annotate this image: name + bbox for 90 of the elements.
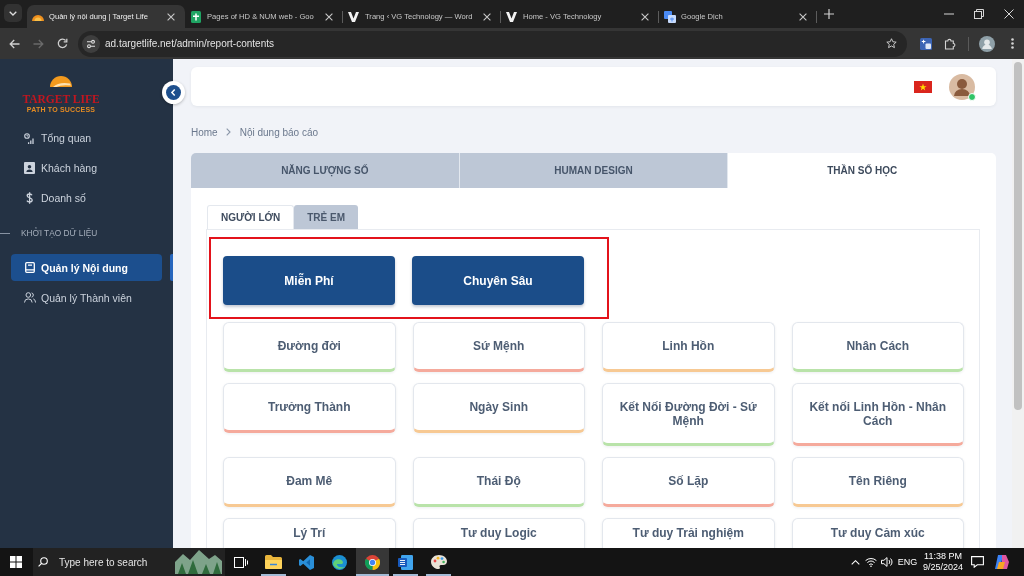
nav-item[interactable]: Khách hàng — [11, 154, 162, 182]
topic-card[interactable]: Tư duy Cảm xúc — [791, 518, 964, 548]
topic-card[interactable]: Kết Nối Đường Đời - Sứ Mệnh — [602, 383, 775, 446]
chevron-down-icon — [9, 10, 17, 16]
task-view-icon[interactable] — [234, 556, 248, 568]
report-tab[interactable]: HUMAN DESIGN — [458, 153, 728, 188]
topic-card[interactable]: Ngày Sinh — [412, 383, 585, 433]
breadcrumb-current: Nội dung báo cáo — [239, 126, 319, 138]
book-icon — [24, 262, 35, 273]
topic-card[interactable]: Linh Hồn — [602, 322, 775, 372]
tab-search-button[interactable] — [4, 4, 22, 22]
spreadsheet-icon — [190, 10, 201, 23]
segmented-circle-icon — [365, 554, 380, 570]
scrollbar[interactable] — [1012, 59, 1024, 548]
chart-icon — [24, 132, 35, 144]
search-icon — [38, 557, 48, 567]
chevron-left-icon — [165, 85, 181, 100]
translate-icon — [663, 10, 676, 23]
plan-button[interactable]: Chuyên Sâu — [412, 256, 584, 305]
new-tab-icon[interactable] — [824, 9, 834, 19]
close-icon[interactable] — [483, 12, 491, 21]
restore-icon[interactable] — [974, 9, 984, 19]
selection-indicator — [170, 254, 173, 281]
topic-card[interactable]: Tư duy Logic — [412, 518, 585, 548]
close-icon[interactable] — [641, 12, 649, 21]
dollar-icon — [26, 192, 33, 204]
clock-time[interactable]: 11:38 PM — [924, 551, 962, 562]
sun-icon — [31, 12, 44, 21]
users-icon — [23, 292, 36, 303]
collapse-button[interactable] — [161, 81, 185, 104]
topic-card[interactable]: Lý Trí — [223, 518, 396, 548]
clock-date[interactable]: 9/25/2024 — [922, 562, 963, 573]
topic-card[interactable]: Kết nối Linh Hồn - Nhân Cách — [791, 383, 964, 446]
topic-card[interactable]: Đường đời — [223, 322, 396, 372]
reload-icon[interactable] — [56, 38, 68, 49]
search-bar[interactable]: Type here to search — [33, 548, 225, 576]
close-icon[interactable] — [1004, 9, 1014, 19]
ribbon-logo-icon[interactable] — [993, 555, 1009, 569]
document-icon — [398, 554, 413, 570]
taskbar-app-button[interactable] — [356, 548, 389, 576]
scrollbar-thumb[interactable] — [1014, 62, 1022, 410]
code-editor-icon — [299, 554, 314, 570]
plan-button[interactable]: Miễn Phí — [223, 256, 395, 305]
v-logo-icon — [348, 11, 359, 22]
address-bar[interactable]: ad.targetlife.net/admin/report-contents — [78, 30, 907, 57]
profile-avatar[interactable] — [978, 35, 995, 52]
nav-item[interactable]: Doanh số — [11, 184, 162, 212]
topic-card[interactable]: Đam Mê — [223, 457, 396, 507]
topic-card[interactable]: Tên Riêng — [791, 457, 964, 507]
brand-name: TARGET LIFE — [22, 93, 100, 105]
palette-icon — [430, 555, 447, 569]
language-indicator[interactable]: ENG — [895, 557, 920, 567]
star-icon[interactable] — [886, 38, 897, 49]
close-icon[interactable] — [325, 12, 333, 21]
topic-card[interactable]: Sứ Mệnh — [412, 322, 585, 372]
site-settings-icon[interactable] — [82, 34, 100, 53]
chevron-up-icon[interactable] — [850, 559, 860, 565]
windows-logo-icon[interactable] — [9, 556, 22, 568]
speaker-icon[interactable] — [881, 557, 893, 567]
folder-icon — [265, 555, 282, 569]
topic-card[interactable]: Nhân Cách — [791, 322, 964, 372]
nav-item[interactable]: Tổng quan — [11, 124, 162, 152]
flag-icon[interactable] — [914, 80, 932, 93]
breadcrumb-link[interactable]: Home — [191, 126, 218, 138]
menu-icon[interactable] — [1010, 38, 1014, 49]
message-icon[interactable] — [970, 556, 984, 568]
audience-tab[interactable]: NGƯỜI LỚN — [207, 205, 295, 229]
topic-card[interactable]: Thái Độ — [412, 457, 585, 507]
swirl-icon — [332, 554, 347, 570]
audience-tab[interactable]: TRẺ EM — [294, 205, 359, 229]
close-icon[interactable] — [167, 12, 175, 21]
puzzle-icon[interactable] — [944, 37, 956, 50]
back-icon[interactable] — [8, 38, 20, 49]
close-icon[interactable] — [799, 12, 807, 21]
section-label: KHỞI TẠO DỮ LIỆU — [21, 228, 98, 238]
translate-icon[interactable] — [920, 37, 932, 50]
user-avatar[interactable] — [949, 73, 975, 100]
report-tab[interactable]: THẦN SỐ HỌC — [727, 153, 996, 188]
report-tab[interactable]: NĂNG LƯỢNG SỐ — [191, 153, 459, 188]
chevron-right-icon — [226, 128, 232, 136]
nav-item[interactable]: Quản lý Thành viên — [11, 284, 162, 311]
contact-card-icon — [24, 162, 35, 174]
landscape-icon — [175, 550, 222, 574]
v-logo-icon — [506, 11, 517, 22]
search-input[interactable]: Type here to search — [59, 555, 171, 569]
topic-card[interactable]: Trưởng Thành — [223, 383, 396, 433]
topic-card[interactable]: Số Lặp — [602, 457, 775, 507]
topic-card[interactable]: Tư duy Trải nghiệm — [602, 518, 775, 548]
nav-item[interactable]: Quản lý Nội dung — [11, 254, 162, 281]
wifi-icon[interactable] — [865, 557, 877, 567]
